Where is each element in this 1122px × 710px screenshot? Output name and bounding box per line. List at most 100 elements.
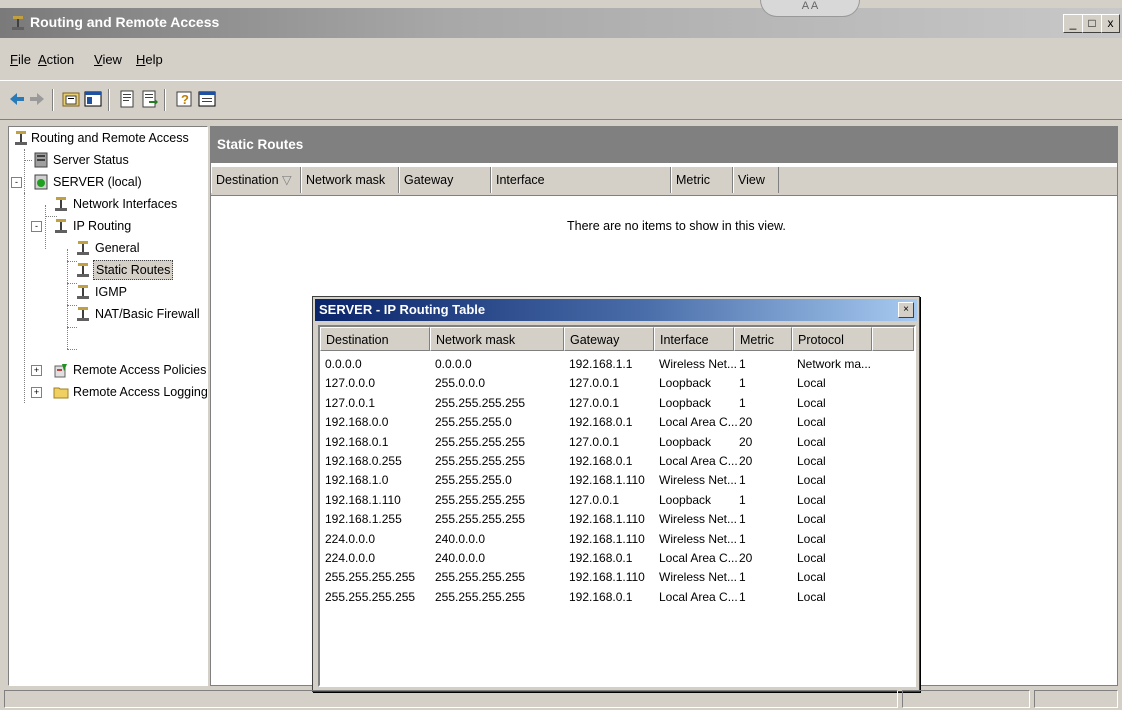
table-row[interactable]: 192.168.0.0 255.255.255.0 192.168.0.1 Local… (320, 413, 914, 431)
column-header-gateway[interactable]: Gateway (564, 327, 654, 351)
show-hide-tree-icon[interactable] (84, 90, 102, 108)
routing-table-list[interactable]: Destination Network mask Gateway Interfa… (318, 325, 916, 687)
cell-network-mask: 255.255.255.0 (435, 415, 512, 430)
cell-interface: Wireless Net... (659, 473, 738, 488)
cell-destination: 224.0.0.0 (325, 551, 376, 565)
table-row[interactable]: 127.0.0.0 255.0.0.0 127.0.0.1 Loopback 1 Loca… (320, 374, 914, 392)
tree-item-routing-root[interactable]: Routing and Remote Access (9, 127, 205, 149)
menu-help[interactable]: Help (136, 52, 163, 67)
dialog-title: SERVER - IP Routing Table (319, 302, 486, 317)
pane-title: Static Routes (217, 137, 304, 152)
cell-gateway: 127.0.0.1 (569, 395, 620, 410)
table-row[interactable]: 255.255.255.255 255.255.255.255 192.168.1.… (320, 568, 914, 586)
window-title-bar[interactable]: Routing and Remote Access _ □ x (0, 8, 1122, 38)
maximize-button[interactable]: □ (1082, 14, 1102, 33)
export-list-icon[interactable] (140, 90, 158, 108)
expand-toggle[interactable]: + (31, 387, 42, 398)
table-row[interactable]: 224.0.0.0 240.0.0.0 192.168.1.110 Wireless … (320, 530, 914, 548)
status-bar (0, 688, 1122, 710)
cell-protocol: Network ma... (797, 357, 872, 371)
expand-toggle[interactable]: + (31, 365, 42, 376)
routing-node-icon (77, 285, 89, 299)
cell-gateway: 192.168.0.1 (569, 551, 633, 565)
tree-item-remote-access-logging[interactable]: + Remote Access Logging (9, 381, 208, 403)
menu-view[interactable]: View (94, 52, 122, 67)
tree-item-server-local[interactable]: - SERVER (local) (9, 171, 205, 193)
cell-destination: 192.168.1.0 (325, 473, 389, 488)
routing-table-headers: Destination Network mask Gateway Interfa… (320, 327, 914, 351)
routing-node-icon (55, 219, 67, 233)
tree-connector (67, 349, 77, 350)
back-arrow-icon[interactable] (8, 90, 26, 108)
cell-destination: 255.255.255.255 (325, 589, 416, 604)
tree-item-nat-firewall[interactable]: NAT/Basic Firewall (9, 303, 205, 325)
cell-destination: 255.255.255.255 (325, 570, 416, 585)
folder-icon (53, 387, 69, 399)
table-row[interactable]: 192.168.1.255 255.255.255.255 192.168.1.11… (320, 510, 914, 528)
column-header-destination[interactable]: Destination (320, 327, 430, 351)
cell-metric: 1 (739, 589, 746, 604)
tree-item-ip-routing[interactable]: - IP Routing (9, 215, 205, 237)
forward-arrow-icon[interactable] (28, 90, 46, 108)
table-row[interactable]: 192.168.1.110 255.255.255.255 127.0.0.1 Loo… (320, 491, 914, 509)
cell-protocol: Local (797, 454, 826, 468)
cell-network-mask: 255.255.255.255 (435, 570, 526, 585)
cell-destination: 127.0.0.1 (325, 395, 376, 410)
table-row[interactable]: 192.168.0.255 255.255.255.255 192.168.0.1 L… (320, 452, 914, 470)
column-header-interface[interactable]: Interface (491, 167, 671, 193)
minimize-button[interactable]: _ (1063, 14, 1083, 33)
column-header-gateway[interactable]: Gateway (399, 167, 491, 193)
tree-item-general[interactable]: General (9, 237, 205, 259)
tree-item-server-status[interactable]: Server Status (9, 149, 205, 171)
status-panel-tertiary (1034, 690, 1118, 708)
screen-notch-tab: A A (760, 0, 860, 17)
cell-interface: Local Area C... (659, 589, 738, 604)
cell-metric: 1 (739, 531, 746, 546)
cell-metric: 20 (739, 415, 753, 430)
cell-network-mask: 255.255.255.255 (435, 395, 526, 410)
tree-item-network-interfaces[interactable]: Network Interfaces (9, 193, 205, 215)
menu-file[interactable]: File (10, 52, 31, 67)
help-icon[interactable]: ? (176, 90, 194, 108)
console-tree: Routing and Remote Access Server Status … (8, 126, 208, 686)
column-header-view[interactable]: View (733, 167, 779, 193)
dialog-title-bar[interactable]: SERVER - IP Routing Table × (315, 299, 917, 321)
up-folder-icon[interactable] (62, 90, 80, 108)
svg-text:?: ? (181, 92, 189, 107)
table-row[interactable]: 0.0.0.0 0.0.0.0 192.168.1.1 Wireless Net...… (320, 355, 914, 373)
column-header-interface[interactable]: Interface (654, 327, 734, 351)
dialog-close-button[interactable]: × (898, 302, 914, 318)
ip-routing-table-dialog: SERVER - IP Routing Table × Destination … (312, 296, 920, 692)
column-header-metric[interactable]: Metric (734, 327, 792, 351)
table-row[interactable]: 127.0.0.1 255.255.255.255 127.0.0.1 Loopbac… (320, 394, 914, 412)
cell-protocol: Local (797, 512, 826, 527)
close-button[interactable]: x (1101, 14, 1120, 33)
table-row[interactable]: 192.168.1.0 255.255.255.0 192.168.1.110 Wir… (320, 471, 914, 489)
table-row[interactable]: 255.255.255.255 255.255.255.255 192.168.0.… (320, 588, 914, 606)
cell-protocol: Local (797, 376, 826, 391)
console-icon[interactable] (198, 90, 216, 108)
cell-network-mask: 255.255.255.255 (435, 492, 526, 507)
properties-icon[interactable] (118, 90, 136, 108)
column-header-network-mask[interactable]: Network mask (430, 327, 564, 351)
pane-header: Static Routes (211, 127, 1117, 163)
cell-protocol: Local (797, 415, 826, 430)
tree-item-remote-access-policies[interactable]: + Remote Access Policies (9, 359, 206, 381)
table-row[interactable]: 224.0.0.0 240.0.0.0 192.168.0.1 Local Area … (320, 549, 914, 567)
collapse-toggle[interactable]: - (11, 177, 22, 188)
tree-item-label: IGMP (95, 285, 127, 299)
column-header-destination[interactable]: Destination ▽ (211, 167, 301, 193)
cell-gateway: 192.168.1.110 (569, 531, 645, 546)
column-header-network-mask[interactable]: Network mask (301, 167, 399, 193)
window-title: Routing and Remote Access (30, 14, 220, 30)
collapse-toggle[interactable]: - (31, 221, 42, 232)
column-header-metric[interactable]: Metric (671, 167, 733, 193)
table-row[interactable]: 192.168.0.1 255.255.255.255 127.0.0.1 Loopb… (320, 433, 914, 451)
column-header-protocol[interactable]: Protocol (792, 327, 872, 351)
menu-action[interactable]: Action (38, 52, 74, 67)
tree-item-static-routes[interactable]: Static Routes (9, 259, 205, 281)
tree-item-igmp[interactable]: IGMP (9, 281, 205, 303)
tree-item-label: SERVER (local) (53, 175, 142, 189)
sort-indicator-icon: ▽ (282, 173, 292, 187)
cell-interface: Wireless Net... (659, 531, 738, 546)
